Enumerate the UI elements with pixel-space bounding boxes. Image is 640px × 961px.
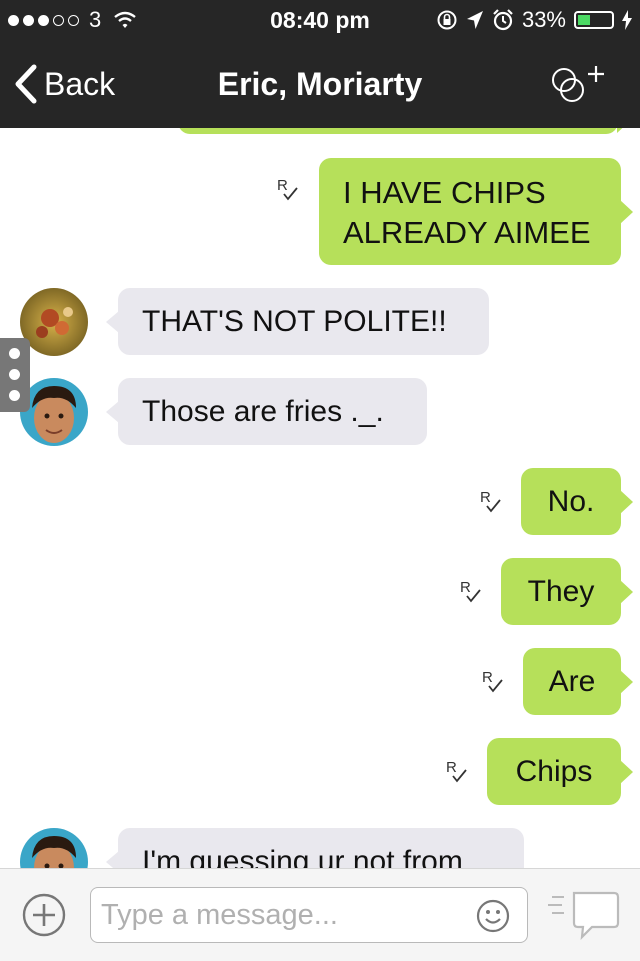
flower-avatar[interactable] [20,288,88,356]
alarm-icon [493,9,513,31]
charging-bolt-icon [622,10,632,30]
message-bubble-outgoing: Are [523,648,633,715]
svg-text:R: R [277,177,288,194]
svg-text:R: R [460,579,471,596]
add-participant-icon[interactable] [550,62,612,106]
navigation-bar: Back Eric, Moriarty [0,40,640,128]
message-bubble-incoming: THAT'S NOT POLITE!! [106,288,489,355]
message-text: THAT'S NOT POLITE!! [142,305,447,338]
svg-text:R: R [480,489,491,506]
location-arrow-icon [466,11,483,29]
back-label: Back [44,65,116,102]
rotation-lock-icon [437,10,457,30]
message-text: I HAVE CHIPS [343,175,546,210]
status-icons: 33% [436,6,632,34]
boy-avatar[interactable] [20,828,88,868]
send-icon[interactable] [548,889,620,941]
read-receipt-icon: R [277,177,298,201]
message-bubble-outgoing: I HAVE CHIPS ALREADY AIMEE [319,158,633,265]
message-bubble-outgoing: They [501,558,633,625]
message-bubble-outgoing-partial [178,128,630,134]
smiley-icon[interactable] [476,899,510,933]
boy-avatar[interactable] [20,378,88,446]
status-bar: 3 08:40 pm 33% [0,0,640,40]
add-attachment-icon[interactable] [22,893,66,937]
message-list[interactable]: R I HAVE CHIPS ALREADY AIMEE THAT'S NOT … [0,128,640,868]
message-text: Those are fries ._. [142,395,384,428]
message-text: Are [548,665,596,698]
battery-percent: 33% [521,7,566,32]
message-text: ALREADY AIMEE [343,215,591,250]
message-input[interactable] [90,887,528,943]
read-receipt-icon: R [460,579,481,603]
back-button[interactable]: Back [14,40,115,128]
svg-text:R: R [482,669,493,686]
message-text: They [527,575,595,608]
battery-icon [574,11,614,29]
message-text: Chips [515,755,593,788]
message-text: I'm guessing ur not from [142,845,463,868]
drawer-handle[interactable] [0,338,30,412]
read-receipt-icon: R [482,669,503,693]
message-bubble-incoming: Those are fries ._. [106,378,427,445]
chevron-left-icon [15,64,37,104]
read-receipt-icon: R [480,489,501,513]
message-composer [0,868,640,961]
read-receipt-icon: R [446,759,467,783]
message-bubble-outgoing: Chips [487,738,633,805]
message-bubble-incoming: I'm guessing ur not from [106,828,524,868]
message-text: No. [547,485,595,518]
svg-text:R: R [446,759,457,776]
message-bubble-outgoing: No. [521,468,633,535]
